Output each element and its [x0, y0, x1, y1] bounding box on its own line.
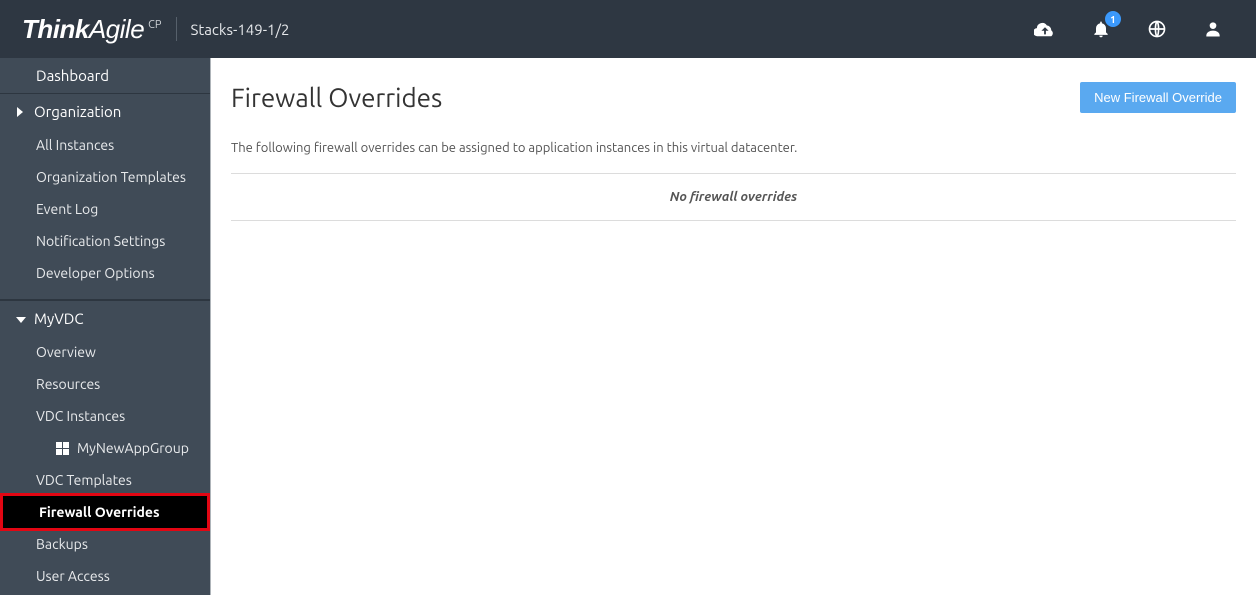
globe-icon[interactable]: [1146, 18, 1168, 40]
sidebar-header-vdc[interactable]: MyVDC: [0, 300, 210, 336]
sidebar-app-group-label: MyNewAppGroup: [77, 440, 189, 456]
sidebar-item-firewall-overrides[interactable]: Firewall Overrides: [3, 496, 207, 528]
sidebar-item-user-access[interactable]: User Access: [0, 560, 210, 592]
topbar-actions: 1: [1034, 18, 1234, 40]
sidebar-item-developer-options[interactable]: Developer Options: [0, 257, 210, 289]
brand-think: Think: [22, 14, 89, 45]
sidebar-item-app-group[interactable]: MyNewAppGroup: [0, 432, 210, 464]
sidebar-item-org-templates[interactable]: Organization Templates: [0, 161, 210, 193]
sidebar-organization-label: Organization: [34, 103, 121, 120]
brand-cp: CP: [148, 19, 161, 31]
sidebar-item-vdc-instances[interactable]: VDC Instances: [0, 400, 210, 432]
chevron-down-icon: [16, 310, 26, 327]
page-title: Firewall Overrides: [231, 83, 442, 112]
chevron-right-icon: [16, 103, 26, 120]
stack-breadcrumb[interactable]: Stacks-149-1/2: [191, 21, 290, 38]
new-firewall-override-button[interactable]: New Firewall Override: [1080, 82, 1236, 113]
empty-state-message: No firewall overrides: [231, 174, 1236, 220]
top-bar: ThinkAgile CP Stacks-149-1/2 1: [0, 0, 1256, 58]
sidebar-item-event-log[interactable]: Event Log: [0, 193, 210, 225]
bell-icon[interactable]: 1: [1090, 18, 1112, 40]
page-description: The following firewall overrides can be …: [231, 141, 1236, 155]
sidebar-item-resources[interactable]: Resources: [0, 368, 210, 400]
main-content: Firewall Overrides New Firewall Override…: [211, 58, 1256, 595]
sidebar-vdc-label: MyVDC: [34, 310, 84, 327]
brand-agile: Agile: [89, 14, 144, 45]
user-icon[interactable]: [1202, 18, 1224, 40]
sidebar-item-backups[interactable]: Backups: [0, 528, 210, 560]
sidebar-header-organization[interactable]: Organization: [0, 93, 210, 129]
divider: [231, 220, 1236, 221]
notification-badge: 1: [1105, 11, 1121, 27]
sidebar-item-vdc-templates[interactable]: VDC Templates: [0, 464, 210, 496]
cloud-upload-icon[interactable]: [1034, 18, 1056, 40]
app-group-icon: [56, 442, 69, 455]
sidebar-item-all-instances[interactable]: All Instances: [0, 129, 210, 161]
highlight-annotation: Firewall Overrides: [0, 493, 210, 531]
sidebar-item-dashboard[interactable]: Dashboard: [0, 58, 210, 93]
sidebar: Dashboard Organization All Instances Org…: [0, 58, 211, 595]
sidebar-item-overview[interactable]: Overview: [0, 336, 210, 368]
brand-logo[interactable]: ThinkAgile CP: [22, 14, 162, 45]
sidebar-item-notification-settings[interactable]: Notification Settings: [0, 225, 210, 257]
divider: [176, 17, 177, 41]
